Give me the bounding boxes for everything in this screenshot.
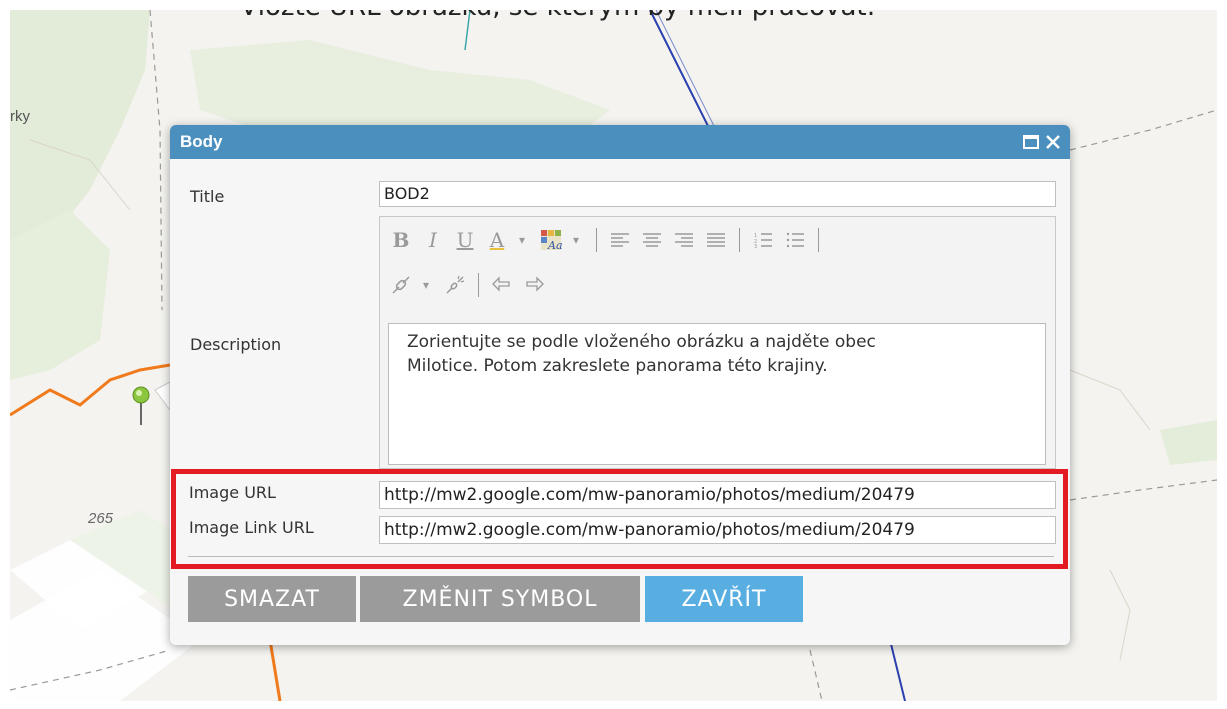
map-elevation-label: 265: [88, 510, 114, 527]
unordered-list-icon[interactable]: [782, 227, 808, 253]
highlight-box: [171, 469, 1068, 569]
attributes-dialog: Body Title BOD2 B I U A ▾ Aa ▾ 1 2 3 ▾ Z…: [170, 125, 1070, 645]
dialog-titlebar[interactable]: Body: [170, 125, 1070, 159]
link-icon[interactable]: [388, 272, 414, 298]
map-place-label: rky: [10, 108, 30, 125]
align-right-icon[interactable]: [671, 227, 697, 253]
toolbar-separator: [818, 228, 819, 252]
justify-icon[interactable]: [703, 227, 729, 253]
maximize-icon[interactable]: [1020, 131, 1042, 153]
svg-text:Aa: Aa: [547, 239, 562, 251]
description-textarea[interactable]: Zorientujte se podle vloženého obrázku a…: [388, 323, 1046, 465]
editor-toolbar-row-2: ▾: [388, 272, 553, 298]
link-dropdown[interactable]: ▾: [420, 272, 432, 298]
toolbar-separator: [478, 273, 479, 297]
svg-text:3: 3: [754, 244, 757, 248]
toolbar-separator: [739, 228, 740, 252]
description-line-2: Milotice. Potom zakreslete panorama této…: [407, 356, 828, 376]
font-background-color-icon[interactable]: Aa: [538, 227, 564, 253]
description-label: Description: [190, 335, 282, 354]
close-icon[interactable]: [1042, 131, 1064, 153]
title-field[interactable]: BOD2: [379, 181, 1056, 207]
italic-button[interactable]: I: [420, 227, 446, 253]
dialog-title: Body: [180, 132, 223, 151]
change-symbol-button[interactable]: ZMĚNIT SYMBOL: [360, 576, 640, 622]
font-color-button[interactable]: A: [484, 227, 510, 253]
title-label: Title: [190, 187, 225, 206]
font-background-dropdown[interactable]: ▾: [570, 227, 582, 253]
bold-button[interactable]: B: [388, 227, 414, 253]
delete-button[interactable]: SMAZAT: [188, 576, 356, 622]
underline-button[interactable]: U: [452, 227, 478, 253]
ordered-list-icon[interactable]: 123: [750, 227, 776, 253]
page-caption: Vložte URL obrázku, se kterým by měli pr…: [240, 10, 875, 22]
undo-icon[interactable]: [489, 272, 515, 298]
editor-toolbar-row-1: B I U A ▾ Aa ▾ 123: [388, 227, 829, 253]
align-center-icon[interactable]: [639, 227, 665, 253]
unlink-icon[interactable]: [442, 272, 468, 298]
description-line-1: Zorientujte se podle vloženého obrázku a…: [407, 332, 876, 352]
redo-icon[interactable]: [521, 272, 547, 298]
map-pin-icon[interactable]: [132, 381, 171, 425]
close-button[interactable]: ZAVŘÍT: [645, 576, 803, 622]
toolbar-separator: [596, 228, 597, 252]
description-editor: B I U A ▾ Aa ▾ 123 ▾ Zorientujte se podl…: [379, 216, 1056, 469]
font-color-dropdown[interactable]: ▾: [516, 227, 528, 253]
align-left-icon[interactable]: [607, 227, 633, 253]
